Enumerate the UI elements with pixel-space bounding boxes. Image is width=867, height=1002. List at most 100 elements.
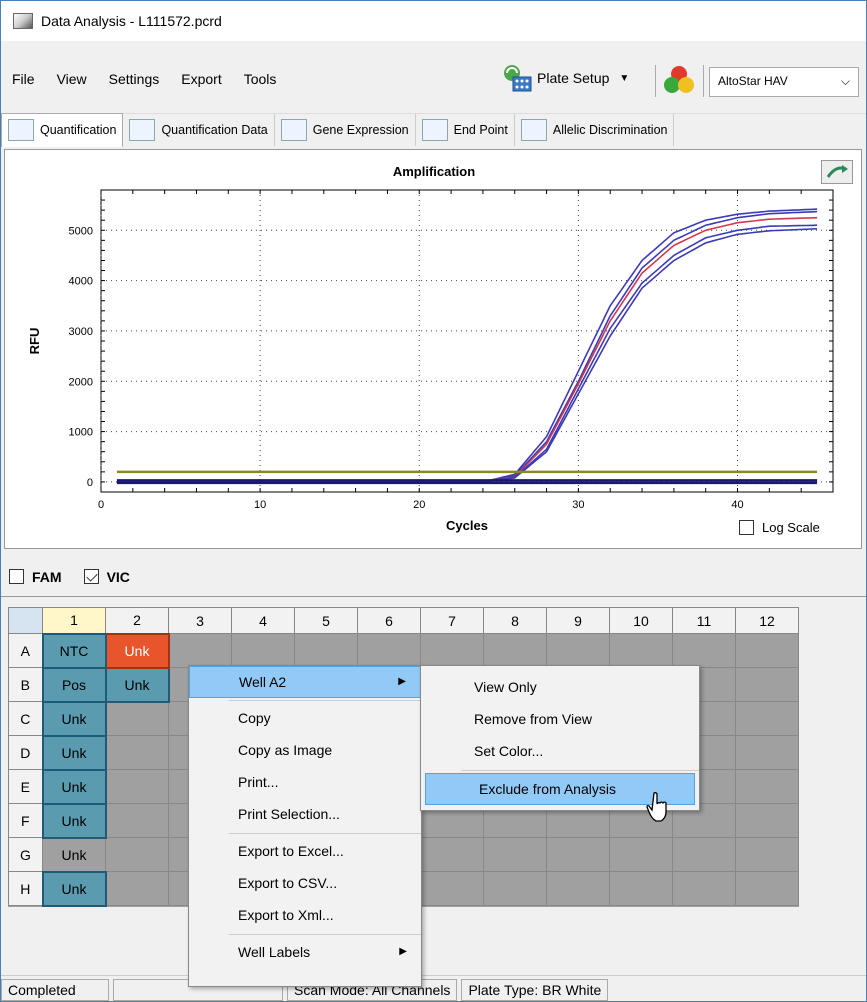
- plate-well[interactable]: Pos: [41, 666, 107, 703]
- plate-well[interactable]: [231, 633, 295, 668]
- menu-settings[interactable]: Settings: [98, 71, 171, 87]
- menu-item-well-labels[interactable]: Well Labels ▶: [189, 937, 421, 969]
- menu-item-view-only[interactable]: View Only: [421, 672, 699, 704]
- plate-well[interactable]: [735, 871, 799, 906]
- row-header[interactable]: E: [8, 769, 43, 804]
- plate-well[interactable]: NTC: [41, 632, 107, 669]
- plate-well[interactable]: [735, 701, 799, 736]
- channel-label: VIC: [106, 568, 130, 585]
- tab-quantification[interactable]: Quantification: [1, 112, 124, 147]
- column-header[interactable]: 11: [672, 607, 736, 634]
- row-header[interactable]: G: [8, 837, 43, 872]
- plate-well[interactable]: [735, 633, 799, 668]
- plate-well[interactable]: Unk: [41, 734, 107, 771]
- tab-allelic-discrimination[interactable]: Allelic Discrimination: [515, 113, 675, 146]
- plate-well[interactable]: [672, 633, 736, 668]
- plate-well[interactable]: [546, 633, 610, 668]
- column-header[interactable]: 7: [420, 607, 484, 634]
- row-header[interactable]: F: [8, 803, 43, 838]
- plate-well[interactable]: [735, 769, 799, 804]
- traffic-light-icon[interactable]: [661, 64, 697, 96]
- row-header[interactable]: C: [8, 701, 43, 736]
- plate-well[interactable]: [483, 633, 547, 668]
- plate-well[interactable]: [735, 837, 799, 872]
- channel-fam[interactable]: FAM: [9, 569, 62, 585]
- menu-export[interactable]: Export: [170, 71, 232, 87]
- plate-well[interactable]: [420, 633, 484, 668]
- select-all-corner[interactable]: [8, 607, 43, 634]
- menu-item-set-color[interactable]: Set Color...: [421, 736, 699, 768]
- menu-item-export-excel[interactable]: Export to Excel...: [189, 836, 421, 868]
- menu-item-export-csv[interactable]: Export to CSV...: [189, 868, 421, 900]
- tab-label: Allelic Discrimination: [552, 122, 668, 137]
- column-header[interactable]: 2: [105, 607, 169, 634]
- menu-item-copy-as-image[interactable]: Copy as Image: [189, 735, 421, 767]
- row-header[interactable]: D: [8, 735, 43, 770]
- channel-vic[interactable]: VIC: [83, 568, 130, 585]
- plate-well[interactable]: Unk: [41, 700, 107, 737]
- plate-well[interactable]: Unk: [42, 837, 106, 872]
- row-header[interactable]: H: [8, 871, 43, 906]
- plate-well[interactable]: Unk: [41, 768, 107, 805]
- menu-item-remove-from-view[interactable]: Remove from View: [421, 704, 699, 736]
- plate-well[interactable]: [546, 871, 610, 906]
- assay-select[interactable]: AltoStar HAV ⌵: [709, 67, 859, 97]
- plate-well[interactable]: [105, 769, 169, 804]
- plate-setup-button[interactable]: Plate Setup ▼: [499, 63, 629, 93]
- amplification-plot[interactable]: 0 10 20 30 40 0 1000 2000 3000 4000 5000 Cycles RFU: [5, 150, 863, 550]
- menu-tools[interactable]: Tools: [233, 71, 288, 87]
- column-header[interactable]: 12: [735, 607, 799, 634]
- column-header[interactable]: 5: [294, 607, 358, 634]
- vic-checkbox[interactable]: [83, 569, 99, 584]
- plate-well[interactable]: [672, 871, 736, 906]
- plate-well[interactable]: [546, 837, 610, 872]
- plate-well[interactable]: [105, 803, 169, 838]
- menu-item-print[interactable]: Print...: [189, 767, 421, 799]
- column-header[interactable]: 10: [609, 607, 673, 634]
- log-scale-toggle[interactable]: Log Scale: [739, 520, 820, 535]
- column-header[interactable]: 6: [357, 607, 421, 634]
- context-menu: Well A2 ▶ Copy Copy as Image Print... Pri…: [188, 665, 422, 987]
- plate-well[interactable]: [735, 667, 799, 702]
- tab-gene-expression[interactable]: Gene Expression: [275, 113, 416, 146]
- amplification-curve-icon: [8, 119, 34, 141]
- plate-well[interactable]: [105, 837, 169, 872]
- plate-well[interactable]: [420, 837, 484, 872]
- plate-well[interactable]: [420, 871, 484, 906]
- plate-well[interactable]: [672, 837, 736, 872]
- plate-well[interactable]: [168, 633, 232, 668]
- plate-well[interactable]: Unk: [104, 632, 170, 669]
- menu-item-well-a2[interactable]: Well A2 ▶: [189, 666, 421, 698]
- plate-well[interactable]: [609, 633, 673, 668]
- column-header[interactable]: 8: [483, 607, 547, 634]
- plate-well[interactable]: [735, 735, 799, 770]
- row-header[interactable]: B: [8, 667, 43, 702]
- column-header[interactable]: 9: [546, 607, 610, 634]
- log-scale-checkbox[interactable]: [739, 520, 754, 535]
- plate-well[interactable]: [735, 803, 799, 838]
- menu-view[interactable]: View: [46, 71, 98, 87]
- column-header[interactable]: 4: [231, 607, 295, 634]
- menu-item-copy[interactable]: Copy: [189, 703, 421, 735]
- plate-well[interactable]: [609, 871, 673, 906]
- plate-well[interactable]: [357, 633, 421, 668]
- tab-end-point[interactable]: End Point: [416, 113, 515, 146]
- plate-well[interactable]: [105, 735, 169, 770]
- plate-well[interactable]: [609, 837, 673, 872]
- plate-well[interactable]: [105, 871, 169, 906]
- plate-well[interactable]: Unk: [41, 870, 107, 907]
- menu-item-print-selection[interactable]: Print Selection...: [189, 799, 421, 831]
- column-header[interactable]: 3: [168, 607, 232, 634]
- column-header[interactable]: 1: [42, 607, 106, 634]
- plate-well[interactable]: [483, 871, 547, 906]
- tab-quantification-data[interactable]: Quantification Data: [123, 113, 275, 146]
- row-header[interactable]: A: [8, 633, 43, 668]
- menu-item-export-xml[interactable]: Export to Xml...: [189, 900, 421, 932]
- menu-file[interactable]: File: [1, 71, 46, 87]
- plate-well[interactable]: Unk: [104, 666, 170, 703]
- plate-well[interactable]: [105, 701, 169, 736]
- fam-checkbox[interactable]: [9, 569, 24, 584]
- plate-well[interactable]: [483, 837, 547, 872]
- plate-well[interactable]: [294, 633, 358, 668]
- plate-well[interactable]: Unk: [41, 802, 107, 839]
